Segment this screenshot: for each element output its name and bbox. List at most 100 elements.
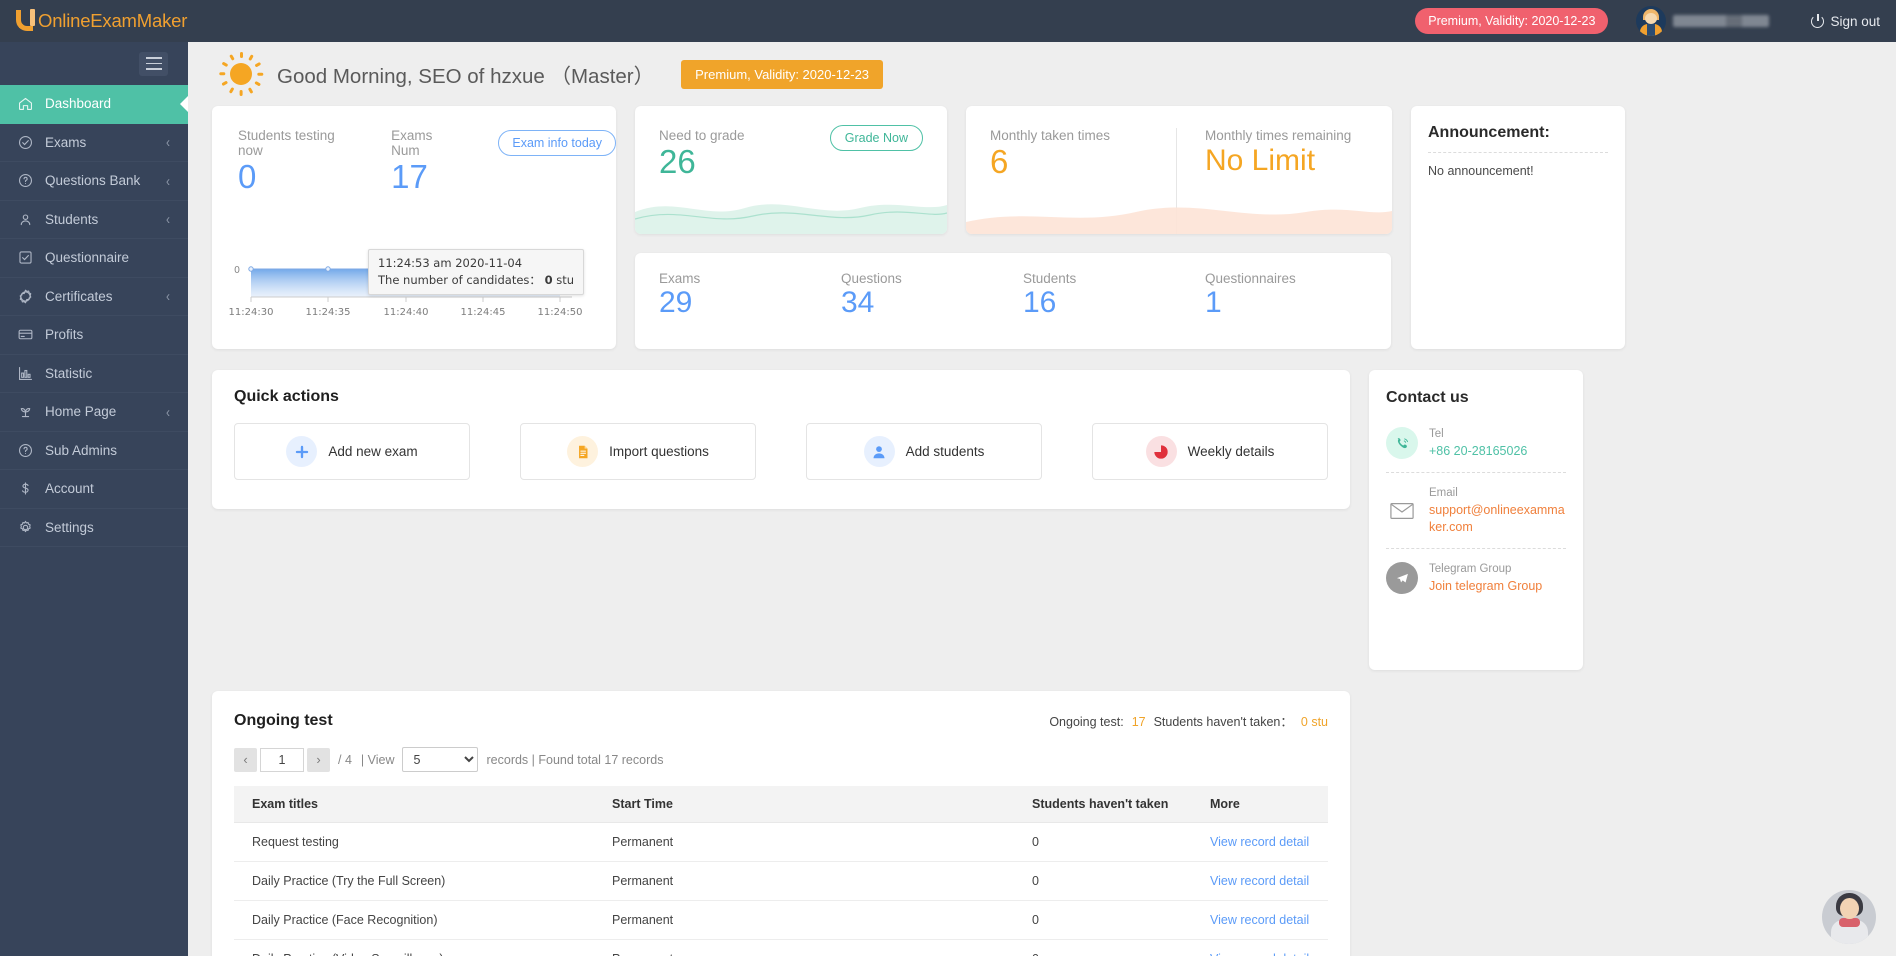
cell-not-taken: 0 <box>1014 822 1192 862</box>
contact-value[interactable]: +86 20-28165026 <box>1429 443 1527 460</box>
card-icon <box>17 326 34 343</box>
not-taken-label: Students haven't taken： <box>1153 715 1293 729</box>
sidebar-item-label: Home Page <box>45 404 117 420</box>
quick-action-add-new-exam[interactable]: Add new exam <box>234 423 470 480</box>
students-testing-now-value: 0 <box>238 158 257 195</box>
announcement-card: Announcement: No announcement! <box>1411 106 1625 349</box>
support-agent-avatar[interactable] <box>1818 884 1880 952</box>
chevron-left-icon: ‹ <box>166 287 170 306</box>
dollar-icon <box>17 480 34 497</box>
checkbox-icon <box>17 249 34 266</box>
sidebar-item-account[interactable]: Account <box>0 470 188 509</box>
page-next-button[interactable]: › <box>307 747 330 772</box>
view-record-detail-link[interactable]: View record detail <box>1210 874 1309 888</box>
sun-ray <box>248 87 254 94</box>
contact-card: Contact us Tel +86 20-28165026 Email suppor… <box>1369 370 1583 670</box>
greeting-premium-badge[interactable]: Premium, Validity: 2020-12-23 <box>681 59 884 89</box>
sidebar-item-sub-admins[interactable]: Sub Admins <box>0 432 188 470</box>
chevron-left-icon: ‹ <box>166 172 170 190</box>
chevron-left-icon: ‹ <box>166 133 170 152</box>
sidebar-item-questionnaire[interactable]: Questionnaire <box>0 239 188 278</box>
chart-xtick-label: 11:24:45 <box>461 307 506 318</box>
sidebar-item-label: Exams <box>45 134 87 150</box>
chart-tooltip-series-label: The number of candidates： <box>378 272 541 287</box>
chart-xtick-label: 11:24:50 <box>538 307 583 318</box>
sidebar-item-profits[interactable]: Profits <box>0 316 188 355</box>
cell-exam-title: Daily Practice (Video Surveillance) <box>234 939 594 956</box>
quick-action-label: Add new exam <box>328 444 418 459</box>
sign-out-button[interactable]: Sign out <box>1811 13 1880 29</box>
students-testing-now-stat: Students testing now 0 <box>238 128 349 196</box>
sidebar-item-questions-bank[interactable]: Questions Bank ‹ <box>0 162 188 201</box>
sidebar-item-statistic[interactable]: Statistic <box>0 355 188 393</box>
check-circle-icon <box>17 134 34 151</box>
count-exams: Exams 29 <box>659 271 841 349</box>
quick-action-import-questions[interactable]: Import questions <box>520 423 756 480</box>
quick-action-add-students[interactable]: Add students <box>806 423 1042 480</box>
sun-ray <box>248 54 254 61</box>
page-number-input[interactable]: 1 <box>260 747 304 772</box>
contact-value[interactable]: support@onlineexammaker.com <box>1429 502 1566 536</box>
count-students: Students 16 <box>1023 271 1205 349</box>
sidebar-item-label: Account <box>45 481 94 497</box>
counts-card: Exams 29 Questions 34 Students 16 Questionnair… <box>635 253 1391 349</box>
contact-text: Tel +86 20-28165026 <box>1429 426 1527 460</box>
user-menu[interactable] <box>1636 6 1770 36</box>
table-row: Daily Practice (Face Recognition) Permane… <box>234 900 1328 940</box>
view-record-detail-link[interactable]: View record detail <box>1210 913 1309 927</box>
ongoing-test-title: Ongoing test <box>234 711 333 729</box>
cell-exam-title: Daily Practice (Face Recognition) <box>234 900 594 940</box>
sidebar-item-home-page[interactable]: Home Page ‹ <box>0 393 188 432</box>
contact-divider <box>1386 548 1566 550</box>
cell-exam-title: Daily Practice (Try the Full Screen) <box>234 861 594 901</box>
cell-not-taken: 0 <box>1014 939 1192 956</box>
students-testing-card: Students testing now 0 Exams Num 17 Exam… <box>212 106 616 349</box>
contact-row-telegram-group[interactable]: Telegram Group Join telegram Group <box>1386 558 1566 607</box>
view-record-detail-link[interactable]: View record detail <box>1210 835 1309 849</box>
records-found-text: records | Found total 17 records <box>486 752 664 767</box>
chart-tooltip-unit: stu <box>556 272 575 287</box>
brand-logo[interactable]: OnlineExamMaker <box>0 0 188 42</box>
sidebar-item-label: Sub Admins <box>45 442 118 458</box>
sidebar-item-settings[interactable]: Settings <box>0 509 188 547</box>
cell-exam-title: Request testing <box>234 822 594 862</box>
quick-action-weekly-details[interactable]: Weekly details <box>1092 423 1328 480</box>
view-record-detail-link[interactable]: View record detail <box>1210 952 1309 956</box>
count-value: 29 <box>659 286 693 319</box>
grade-now-button[interactable]: Grade Now <box>829 125 923 151</box>
ongoing-test-table: Exam titles Start Time Students haven't ta… <box>234 786 1328 956</box>
exam-info-today-button[interactable]: Exam info today <box>498 130 616 156</box>
counts-wrap: Exams 29 Questions 34 Students 16 Questionnair… <box>659 271 1387 349</box>
top-bar-right: Premium, Validity: 2020-12-23 Sign out <box>1415 6 1896 36</box>
count-value: 34 <box>841 286 875 319</box>
sidebar-item-label: Profits <box>45 327 84 343</box>
contact-row-tel[interactable]: Tel +86 20-28165026 <box>1386 423 1566 472</box>
page-prev-button[interactable]: ‹ <box>234 747 257 772</box>
sidebar-item-exams[interactable]: Exams ‹ <box>0 124 188 162</box>
contact-value[interactable]: Join telegram Group <box>1429 578 1542 595</box>
table-header-students-haven-t-taken: Students haven't taken <box>1014 786 1192 823</box>
hamburger-icon[interactable] <box>139 51 168 76</box>
sidebar-item-label: Settings <box>45 519 94 535</box>
center-stats-column: Need to grade 26 Grade Now Monthly taken… <box>635 106 1392 349</box>
sidebar-item-label: Dashboard <box>45 96 112 112</box>
sidebar-item-label: Students <box>45 211 99 227</box>
sidebar-item-dashboard[interactable]: Dashboard <box>0 85 188 124</box>
sidebar-item-certificates[interactable]: Certificates ‹ <box>0 278 188 316</box>
sidebar: Dashboard Exams ‹ Questions Bank ‹ Students ‹ Q… <box>0 42 188 956</box>
premium-badge[interactable]: Premium, Validity: 2020-12-23 <box>1415 8 1609 34</box>
cell-more: View record detail <box>1192 822 1328 862</box>
greeting-text: Good Morning, SEO of hzxue （Master） <box>277 65 655 88</box>
chart-tooltip-value: 0 <box>544 272 553 287</box>
cell-more: View record detail <box>1192 939 1328 956</box>
cell-start-time: Permanent <box>594 822 1014 862</box>
page-size-select[interactable]: 5102050 <box>401 747 478 772</box>
sidebar-item-students[interactable]: Students ‹ <box>0 201 188 239</box>
count-label: Questionnaires <box>1205 271 1296 286</box>
badge-icon <box>17 288 34 305</box>
envelope-icon <box>1386 495 1418 527</box>
table-row: Daily Practice (Try the Full Screen) Perm… <box>234 861 1328 901</box>
quick-actions-row: Quick actions Add new exam Import questio… <box>188 349 1896 670</box>
contact-row-email[interactable]: Email support@onlineexammaker.com <box>1386 482 1566 548</box>
contact-text: Email support@onlineexammaker.com <box>1429 485 1566 536</box>
